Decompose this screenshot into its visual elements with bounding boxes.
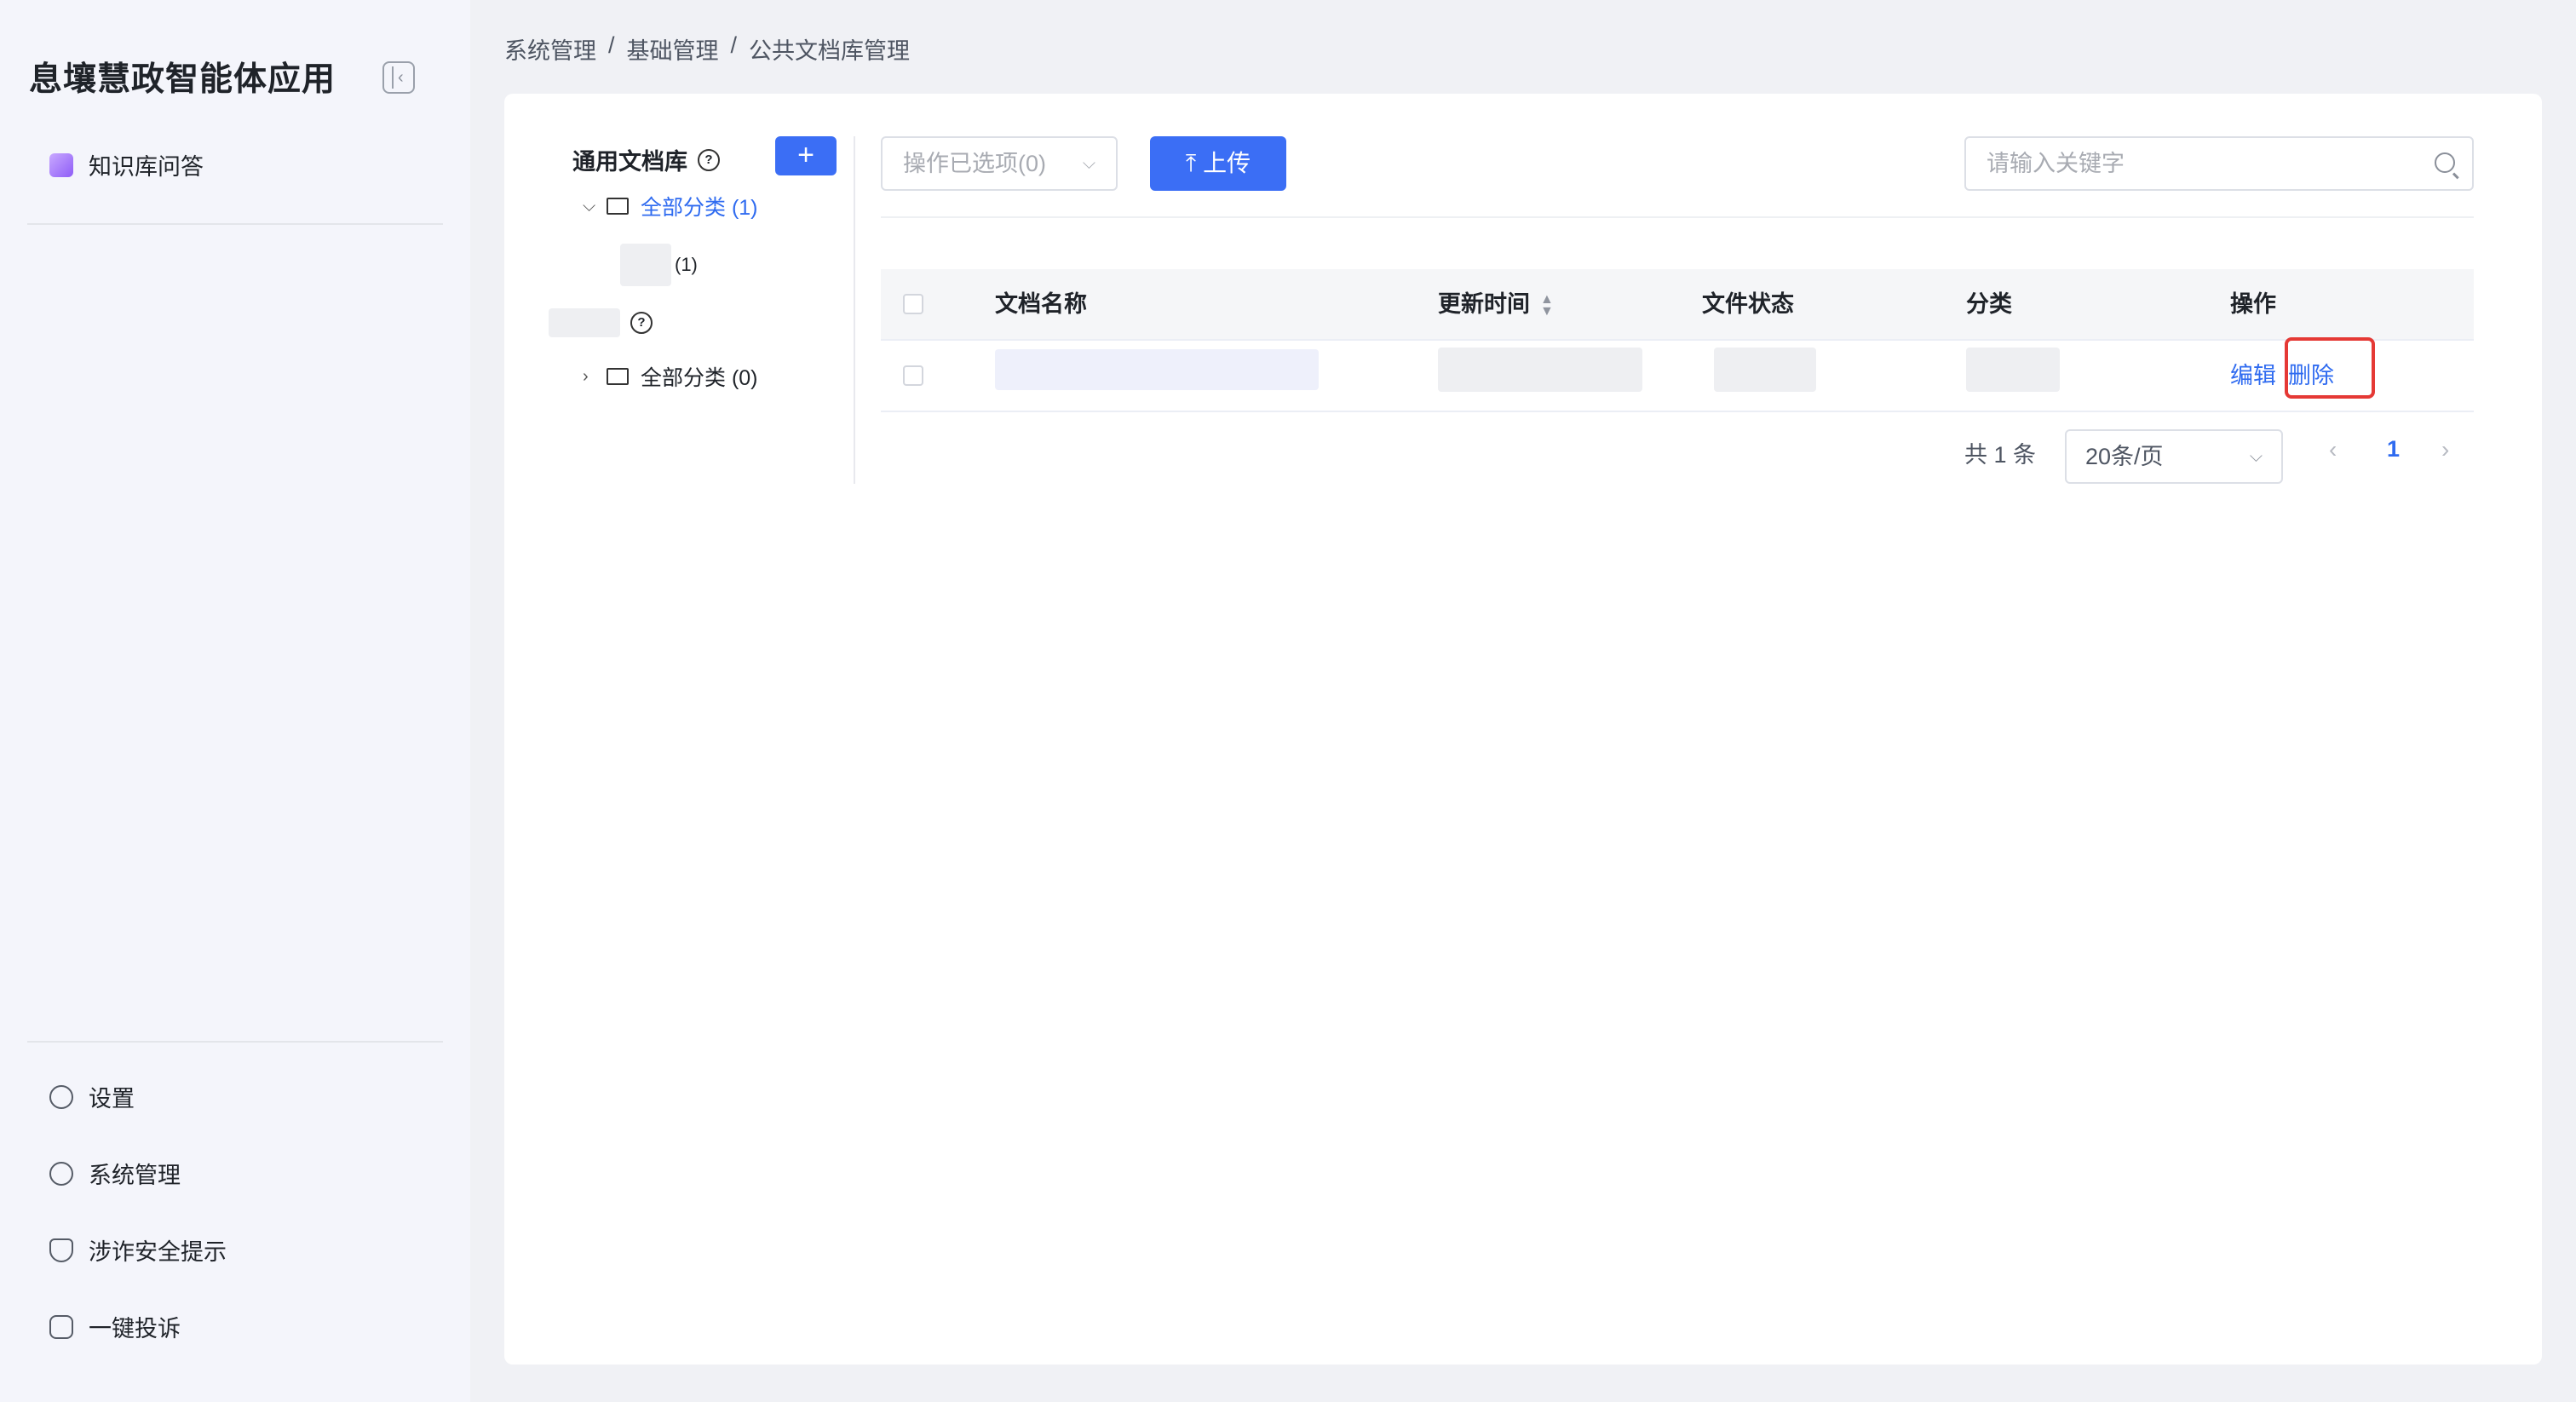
shield-icon xyxy=(49,1238,73,1262)
edit-link[interactable]: 编辑 xyxy=(2230,341,2276,411)
sidebar-item-settings[interactable]: 设置 xyxy=(49,1080,135,1113)
upload-button[interactable]: ⤒ 上传 xyxy=(1150,136,1286,191)
redacted-label xyxy=(549,308,620,337)
tree-divider xyxy=(854,136,855,484)
complaint-icon xyxy=(49,1314,73,1339)
app-title: 息壤慧政智能体应用 xyxy=(29,61,336,98)
tree-node-label: 全部分类 (0) xyxy=(641,366,758,390)
page-size-label: 20条/页 xyxy=(2085,444,2164,469)
column-header-name: 文档名称 xyxy=(995,291,1087,317)
breadcrumb-item[interactable]: 基础管理 xyxy=(627,32,719,66)
table-row: 编辑 删除 xyxy=(881,341,2474,412)
tree-node-child[interactable]: (1) xyxy=(620,244,698,286)
collapse-sidebar-icon[interactable]: ‹ xyxy=(382,61,415,94)
search-input[interactable] xyxy=(1985,138,2431,189)
chevron-down-icon: ⌵ xyxy=(1082,154,1095,173)
redacted-label xyxy=(620,244,671,286)
chevron-down-icon: ⌵ xyxy=(2249,447,2263,466)
column-header-label: 更新时间 xyxy=(1438,291,1530,317)
folder-icon xyxy=(607,368,629,385)
select-all-checkbox[interactable] xyxy=(903,294,923,314)
prev-page-icon[interactable]: ‹ xyxy=(2329,436,2337,463)
breadcrumb-separator: / xyxy=(608,32,615,58)
user-admin-icon xyxy=(49,1161,73,1186)
help-icon[interactable]: ? xyxy=(630,312,653,334)
tree-node-count: (1) xyxy=(675,254,698,275)
sidebar-item-knowledge-qa[interactable]: 知识库问答 xyxy=(49,148,204,181)
sidebar-item-label: 知识库问答 xyxy=(89,154,204,180)
column-header-updated[interactable]: 更新时间 ▲ ▼ xyxy=(1438,269,1554,339)
pagination-total: 共 1 条 xyxy=(1964,442,2037,468)
tree-title-text: 通用文档库 xyxy=(572,149,687,175)
sidebar: 息壤慧政智能体应用 ‹ 知识库问答 设置 系统管理 涉诈安全提示 一键投诉 xyxy=(0,0,470,1402)
knowledge-base-icon xyxy=(49,152,73,177)
upload-label: 上传 xyxy=(1203,150,1251,176)
breadcrumb-item-current: 公共文档库管理 xyxy=(749,38,911,64)
tree-node-label: 全部分类 (1) xyxy=(641,196,758,220)
sidebar-item-label: 涉诈安全提示 xyxy=(89,1239,227,1265)
redacted-cell xyxy=(1966,348,2060,392)
bulk-ops-select[interactable]: 操作已选项(0) ⌵ xyxy=(881,136,1118,191)
breadcrumb-separator: / xyxy=(730,32,738,58)
column-header-category: 分类 xyxy=(1966,291,2012,317)
sidebar-item-system-admin[interactable]: 系统管理 xyxy=(49,1157,181,1190)
column-header-actions: 操作 xyxy=(2230,291,2276,317)
breadcrumb: 系统管理 / 基础管理 / 公共文档库管理 xyxy=(504,32,910,66)
sidebar-item-label: 设置 xyxy=(89,1086,135,1112)
chevron-down-icon[interactable]: ⌵ xyxy=(583,197,600,216)
table-header: 文档名称 更新时间 ▲ ▼ 文件状态 分类 操作 xyxy=(881,269,2474,341)
delete-highlight-box xyxy=(2285,337,2375,399)
column-header-status: 文件状态 xyxy=(1702,291,1794,317)
redacted-cell xyxy=(1438,348,1642,392)
page-number[interactable]: 1 xyxy=(2387,436,2400,463)
redacted-cell xyxy=(995,349,1319,390)
sidebar-divider xyxy=(27,1041,443,1043)
bulk-ops-label: 操作已选项(0) xyxy=(903,151,1046,176)
sidebar-item-complaint[interactable]: 一键投诉 xyxy=(49,1310,181,1343)
sidebar-item-label: 一键投诉 xyxy=(89,1316,181,1342)
toolbar-divider xyxy=(881,216,2474,218)
settings-icon xyxy=(49,1084,73,1109)
tree-group-label: ? xyxy=(549,308,653,337)
search-icon[interactable] xyxy=(2435,152,2455,173)
upload-icon: ⤒ xyxy=(1185,150,1204,176)
row-checkbox[interactable] xyxy=(903,365,923,386)
sidebar-divider xyxy=(27,223,443,225)
tree-node-all-categories-2[interactable]: › 全部分类 (0) xyxy=(583,361,758,392)
next-page-icon[interactable]: › xyxy=(2441,436,2449,463)
sidebar-item-label: 系统管理 xyxy=(89,1163,181,1188)
tree-node-all-categories[interactable]: ⌵ 全部分类 (1) xyxy=(583,191,758,221)
breadcrumb-item[interactable]: 系统管理 xyxy=(504,32,596,66)
sidebar-item-fraud-alert[interactable]: 涉诈安全提示 xyxy=(49,1233,227,1267)
sort-icon[interactable]: ▲ ▼ xyxy=(1540,292,1554,318)
help-icon[interactable]: ? xyxy=(698,148,720,171)
main-panel: 通用文档库 ? + ⌵ 全部分类 (1) (1) ? › 全部分类 (0) 操作… xyxy=(504,94,2542,1365)
page-size-select[interactable]: 20条/页 ⌵ xyxy=(2065,429,2283,484)
redacted-cell xyxy=(1714,348,1816,392)
add-category-button[interactable]: + xyxy=(775,136,837,175)
search-field[interactable] xyxy=(1964,136,2474,191)
chevron-right-icon[interactable]: › xyxy=(583,367,600,387)
tree-title: 通用文档库 ? xyxy=(572,143,720,176)
folder-icon xyxy=(607,198,629,215)
